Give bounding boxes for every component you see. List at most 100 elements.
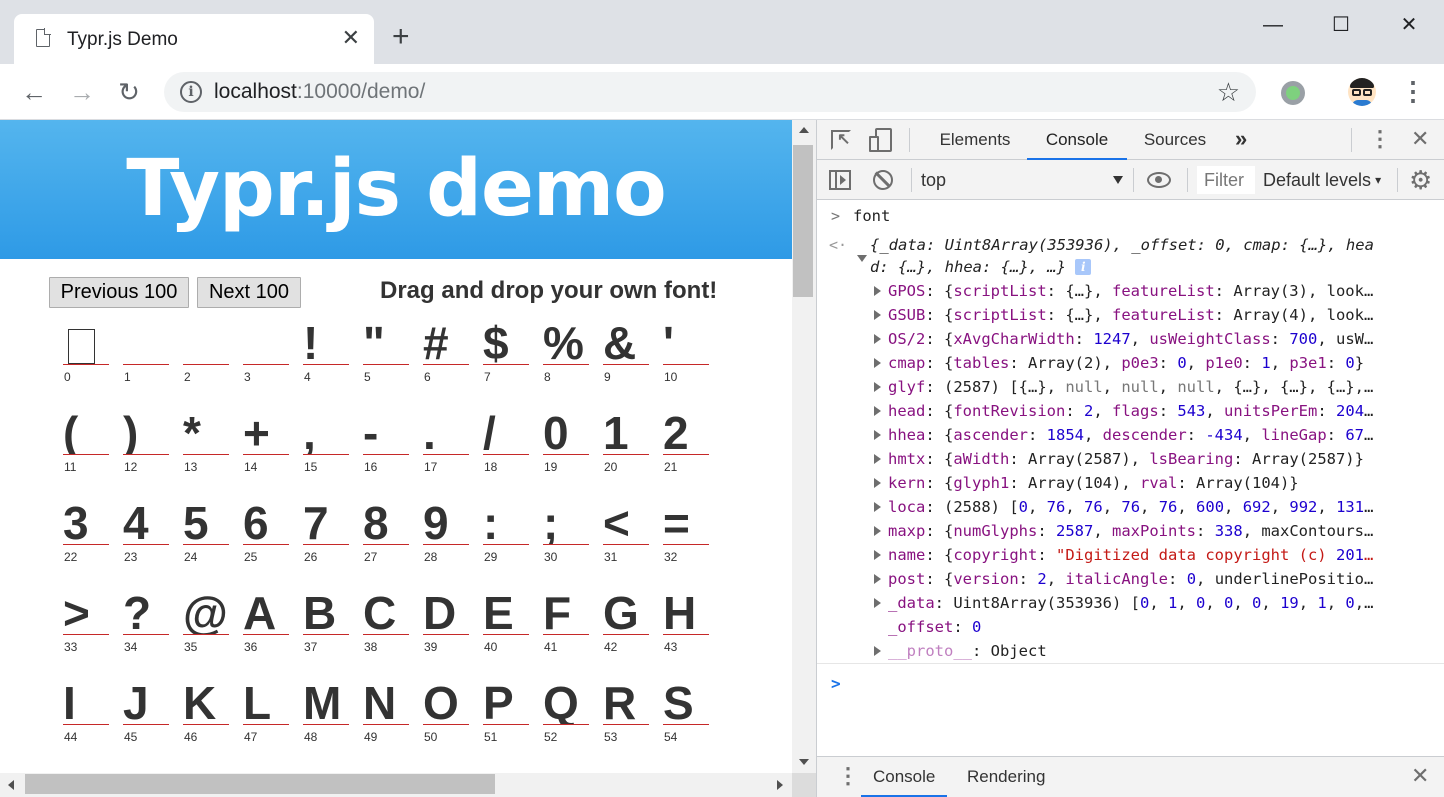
- glyph-index: 35: [184, 640, 198, 654]
- glyph-cell: E 40: [483, 590, 529, 680]
- glyph-char: /: [483, 410, 529, 455]
- expand-triangle-icon[interactable]: [874, 406, 881, 416]
- glyph-char: ;: [543, 500, 589, 545]
- tab-sources[interactable]: Sources: [1131, 120, 1219, 160]
- scrollbar-thumb[interactable]: [25, 774, 495, 794]
- more-tabs-icon[interactable]: »: [1235, 126, 1247, 152]
- scroll-down-icon[interactable]: [799, 759, 809, 765]
- property-key: loca: [888, 498, 926, 516]
- device-toolbar-icon[interactable]: [869, 128, 893, 152]
- glyph-char: *: [183, 410, 229, 455]
- object-property-row[interactable]: post: {version: 2, italicAngle: 0, under…: [888, 570, 1373, 588]
- object-property-row[interactable]: name: {copyright: "Digitized data copyri…: [888, 546, 1373, 564]
- object-property-row[interactable]: __proto__: Object: [888, 642, 1047, 660]
- glyph-index: 51: [484, 730, 498, 744]
- bookmark-star-icon[interactable]: ☆: [1217, 77, 1240, 107]
- previous-100-button[interactable]: Previous 100: [49, 277, 189, 308]
- close-window-button[interactable]: ✕: [1386, 10, 1432, 40]
- glyph-cell: 1: [123, 320, 169, 410]
- maximize-button[interactable]: ☐: [1318, 10, 1364, 40]
- next-100-button[interactable]: Next 100: [197, 277, 301, 308]
- scroll-up-icon[interactable]: [799, 127, 809, 133]
- object-property-row[interactable]: GSUB: {scriptList: {…}, featureList: Arr…: [888, 306, 1373, 324]
- object-property-row[interactable]: OS/2: {xAvgCharWidth: 1247, usWeightClas…: [888, 330, 1373, 348]
- extension-icon[interactable]: [1281, 81, 1305, 105]
- context-selector[interactable]: top: [921, 168, 1123, 192]
- expand-triangle-icon[interactable]: [874, 454, 881, 464]
- clear-console-icon[interactable]: [873, 170, 893, 190]
- object-property-row[interactable]: kern: {glyph1: Array(104), rval: Array(1…: [888, 474, 1299, 492]
- console-settings-gear-icon[interactable]: ⚙: [1409, 166, 1432, 194]
- close-devtools-icon[interactable]: ✕: [1411, 126, 1429, 152]
- glyph-index: 17: [424, 460, 438, 474]
- object-property-row[interactable]: head: {fontRevision: 2, flags: 543, unit…: [888, 402, 1373, 420]
- expand-triangle-icon[interactable]: [874, 310, 881, 320]
- expand-triangle-icon[interactable]: [874, 574, 881, 584]
- glyph-char: ,: [303, 410, 349, 455]
- page-horizontal-scrollbar[interactable]: [0, 773, 792, 797]
- devtools-menu-icon[interactable]: ⋮: [1369, 126, 1391, 152]
- expand-triangle-icon[interactable]: [874, 382, 881, 392]
- browser-tab[interactable]: Typr.js Demo ✕: [14, 14, 374, 64]
- object-property-row[interactable]: cmap: {tables: Array(2), p0e3: 0, p1e0: …: [888, 354, 1364, 372]
- site-info-icon[interactable]: i: [180, 81, 202, 103]
- property-colon: :: [925, 570, 944, 588]
- glyph-cell: A 36: [243, 590, 289, 680]
- drawer-menu-icon[interactable]: ⋮: [837, 763, 859, 789]
- glyph-cell: 2 21: [663, 410, 709, 500]
- glyph-index: 3: [244, 370, 251, 384]
- object-summary-line-1[interactable]: {_data: Uint8Array(353936), _offset: 0, …: [870, 236, 1374, 254]
- new-tab-button[interactable]: +: [392, 22, 410, 52]
- address-bar[interactable]: i localhost:10000/demo/ ☆: [164, 72, 1256, 112]
- expand-triangle-icon[interactable]: [874, 598, 881, 608]
- info-badge-icon[interactable]: i: [1075, 259, 1092, 275]
- object-property-row[interactable]: glyf: (2587) [{…}, null, null, null, {…}…: [888, 378, 1373, 396]
- object-summary-line-2[interactable]: d: {…}, hhea: {…}, …} i: [870, 258, 1092, 276]
- live-expression-eye-icon[interactable]: [1147, 172, 1171, 188]
- url-text[interactable]: localhost:10000/demo/: [214, 80, 425, 104]
- log-levels-dropdown[interactable]: Default levels ▾: [1263, 168, 1381, 192]
- page-vertical-scrollbar[interactable]: [792, 120, 816, 773]
- object-property-row[interactable]: _offset: 0: [888, 618, 981, 636]
- drawer-tab-rendering[interactable]: Rendering: [967, 757, 1045, 797]
- property-colon: :: [925, 282, 944, 300]
- object-property-row[interactable]: loca: (2588) [0, 76, 76, 76, 76, 600, 69…: [888, 498, 1373, 516]
- scrollbar-thumb[interactable]: [793, 145, 813, 297]
- scroll-right-icon[interactable]: [777, 780, 783, 790]
- expand-triangle-icon[interactable]: [874, 430, 881, 440]
- minimize-button[interactable]: —: [1250, 10, 1296, 40]
- page-viewport: Typr.js demo Previous 100 Next 100 Drag …: [0, 120, 792, 773]
- glyph-index: 32: [664, 550, 678, 564]
- expand-triangle-icon[interactable]: [874, 646, 881, 656]
- show-sidebar-icon[interactable]: [829, 170, 851, 190]
- divider: [1187, 168, 1188, 192]
- scroll-left-icon[interactable]: [8, 780, 14, 790]
- drawer-tab-console[interactable]: Console: [861, 757, 948, 797]
- object-property-row[interactable]: maxp: {numGlyphs: 2587, maxPoints: 338, …: [888, 522, 1373, 540]
- object-property-row[interactable]: hhea: {ascender: 1854, descender: -434, …: [888, 426, 1373, 444]
- browser-menu-icon[interactable]: ⋮: [1400, 76, 1426, 108]
- reload-icon[interactable]: ↻: [113, 76, 145, 108]
- expand-triangle-icon[interactable]: [874, 286, 881, 296]
- tab-elements[interactable]: Elements: [925, 120, 1025, 160]
- close-drawer-icon[interactable]: ✕: [1411, 763, 1429, 789]
- object-property-row[interactable]: _data: Uint8Array(353936) [0, 1, 0, 0, 0…: [888, 594, 1373, 612]
- console-prompt-icon[interactable]: >: [831, 674, 841, 693]
- expand-triangle-icon[interactable]: [874, 334, 881, 344]
- expand-triangle-icon[interactable]: [874, 526, 881, 536]
- tab-console[interactable]: Console: [1027, 120, 1127, 160]
- glyph-cell: M 48: [303, 680, 349, 770]
- expand-triangle-icon[interactable]: [874, 502, 881, 512]
- back-icon[interactable]: ←: [18, 76, 50, 108]
- object-property-row[interactable]: hmtx: {aWidth: Array(2587), lsBearing: A…: [888, 450, 1364, 468]
- expand-triangle-icon[interactable]: [857, 255, 867, 262]
- inspect-element-icon[interactable]: [831, 130, 851, 150]
- expand-triangle-icon[interactable]: [874, 478, 881, 488]
- expand-triangle-icon[interactable]: [874, 550, 881, 560]
- forward-icon[interactable]: →: [66, 76, 98, 108]
- filter-input[interactable]: Filter: [1197, 166, 1255, 194]
- tab-close-icon[interactable]: ✕: [342, 25, 360, 51]
- expand-triangle-icon[interactable]: [874, 358, 881, 368]
- profile-avatar[interactable]: [1348, 78, 1376, 106]
- object-property-row[interactable]: GPOS: {scriptList: {…}, featureList: Arr…: [888, 282, 1373, 300]
